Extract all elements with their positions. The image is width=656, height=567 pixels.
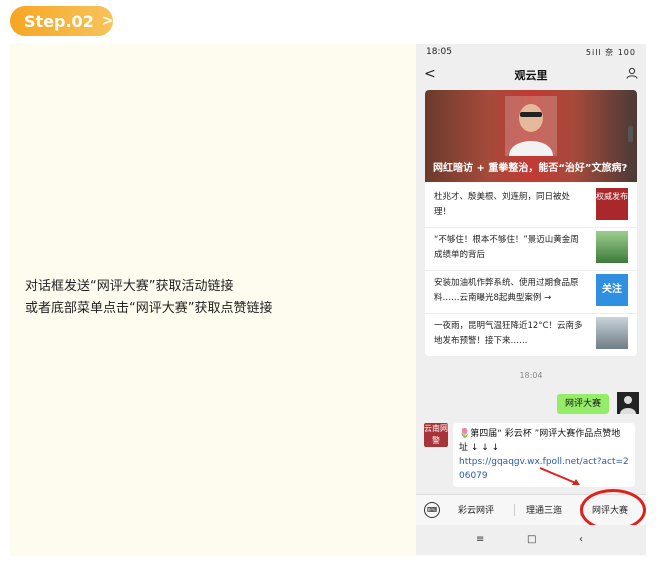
arrow-annotation xyxy=(539,467,580,485)
news-text: 杜兆才、殷美根、刘连舸，同日被处理！ xyxy=(434,192,571,217)
message-timestamp: 18:04 xyxy=(519,371,543,380)
chat-header: < 观云里 xyxy=(416,62,646,88)
news-text: 一夜雨，昆明气温狂降近12°C！云南多地发布预警！接下来…… xyxy=(434,321,583,346)
my-avatar[interactable] xyxy=(617,392,639,414)
menu-item-caiyun[interactable]: 彩云网评 xyxy=(458,503,494,516)
news-text: “不够住！根本不够住！”景迈山黄金周成绩单的背后 xyxy=(434,235,579,260)
avatar-text: 云南网警 xyxy=(424,424,448,445)
status-time: 18:05 xyxy=(426,47,452,57)
instruction-line-2: 或者底部菜单点击“网评大赛”获取点赞链接 xyxy=(25,301,273,316)
hero-caption: 网红暗访 + 重拳整治，能否“治好”文旅病? xyxy=(433,163,628,174)
incoming-text: 🌷第四届“ 彩云杯 ”网评大赛作品点赞地址 ↓ ↓ ↓ xyxy=(459,429,621,453)
account-avatar[interactable]: 云南网警 xyxy=(424,423,448,447)
scroll-indicator xyxy=(628,126,633,142)
user-icon[interactable] xyxy=(626,67,638,79)
news-thumbnail xyxy=(596,231,628,263)
news-thumb-label: 权威发布 xyxy=(596,192,628,201)
keyboard-icon[interactable]: ⌨ xyxy=(424,502,440,518)
status-icons: 5ill 奈 100 xyxy=(585,48,636,57)
back-nav-icon[interactable]: ‹ xyxy=(579,534,583,545)
step-label: Step.02 xyxy=(24,11,94,31)
system-nav: ≡ □ ‹ xyxy=(416,525,646,555)
menu-divider xyxy=(514,504,515,516)
news-item[interactable]: 杜兆才、殷美根、刘连舸，同日被处理！ 权威发布 xyxy=(425,184,637,228)
chevron-right-icon: > xyxy=(101,13,114,29)
phone-screenshot: 18:05 5ill 奈 100 < 观云里 网红暗访 + 重拳整治，能否“治好… xyxy=(416,44,646,555)
news-item[interactable]: 一夜雨，昆明气温狂降近12°C！云南多地发布预警！接下来…… xyxy=(425,313,637,356)
avatar-image xyxy=(620,396,636,414)
instruction-line-1: 对话框发送“网评大赛”获取活动链接 xyxy=(25,279,234,294)
menu-item-litong[interactable]: 理通三迤 xyxy=(526,503,562,516)
menu-icon[interactable]: ≡ xyxy=(476,534,484,545)
instruction-text: 对话框发送“网评大赛”获取活动链接 或者底部菜单点击“网评大赛”获取点赞链接 xyxy=(25,276,272,320)
article-card[interactable]: 网红暗访 + 重拳整治，能否“治好”文旅病? 杜兆才、殷美根、刘连舸，同日被处理… xyxy=(425,90,637,356)
news-thumbnail xyxy=(596,317,628,349)
home-icon[interactable]: □ xyxy=(527,534,536,545)
person-image xyxy=(505,96,557,156)
news-thumb-label: 关注 xyxy=(602,284,622,295)
status-bar: 18:05 5ill 奈 100 xyxy=(416,44,646,62)
step-badge: Step.02 > xyxy=(10,6,114,36)
chat-title: 观云里 xyxy=(514,69,548,82)
news-thumbnail: 权威发布 xyxy=(596,188,628,220)
news-text: 安装加油机作弊系统、使用过期食品原料……云南曝光8起典型案例 → xyxy=(434,278,579,303)
hero-image[interactable]: 网红暗访 + 重拳整治，能否“治好”文旅病? xyxy=(425,90,637,182)
outgoing-message[interactable]: 网评大赛 xyxy=(557,394,609,414)
news-item[interactable]: “不够住！根本不够住！”景迈山黄金周成绩单的背后 xyxy=(425,227,637,271)
news-item[interactable]: 安装加油机作弊系统、使用过期食品原料……云南曝光8起典型案例 → 关注 xyxy=(425,270,637,314)
news-thumbnail: 关注 xyxy=(596,274,628,306)
